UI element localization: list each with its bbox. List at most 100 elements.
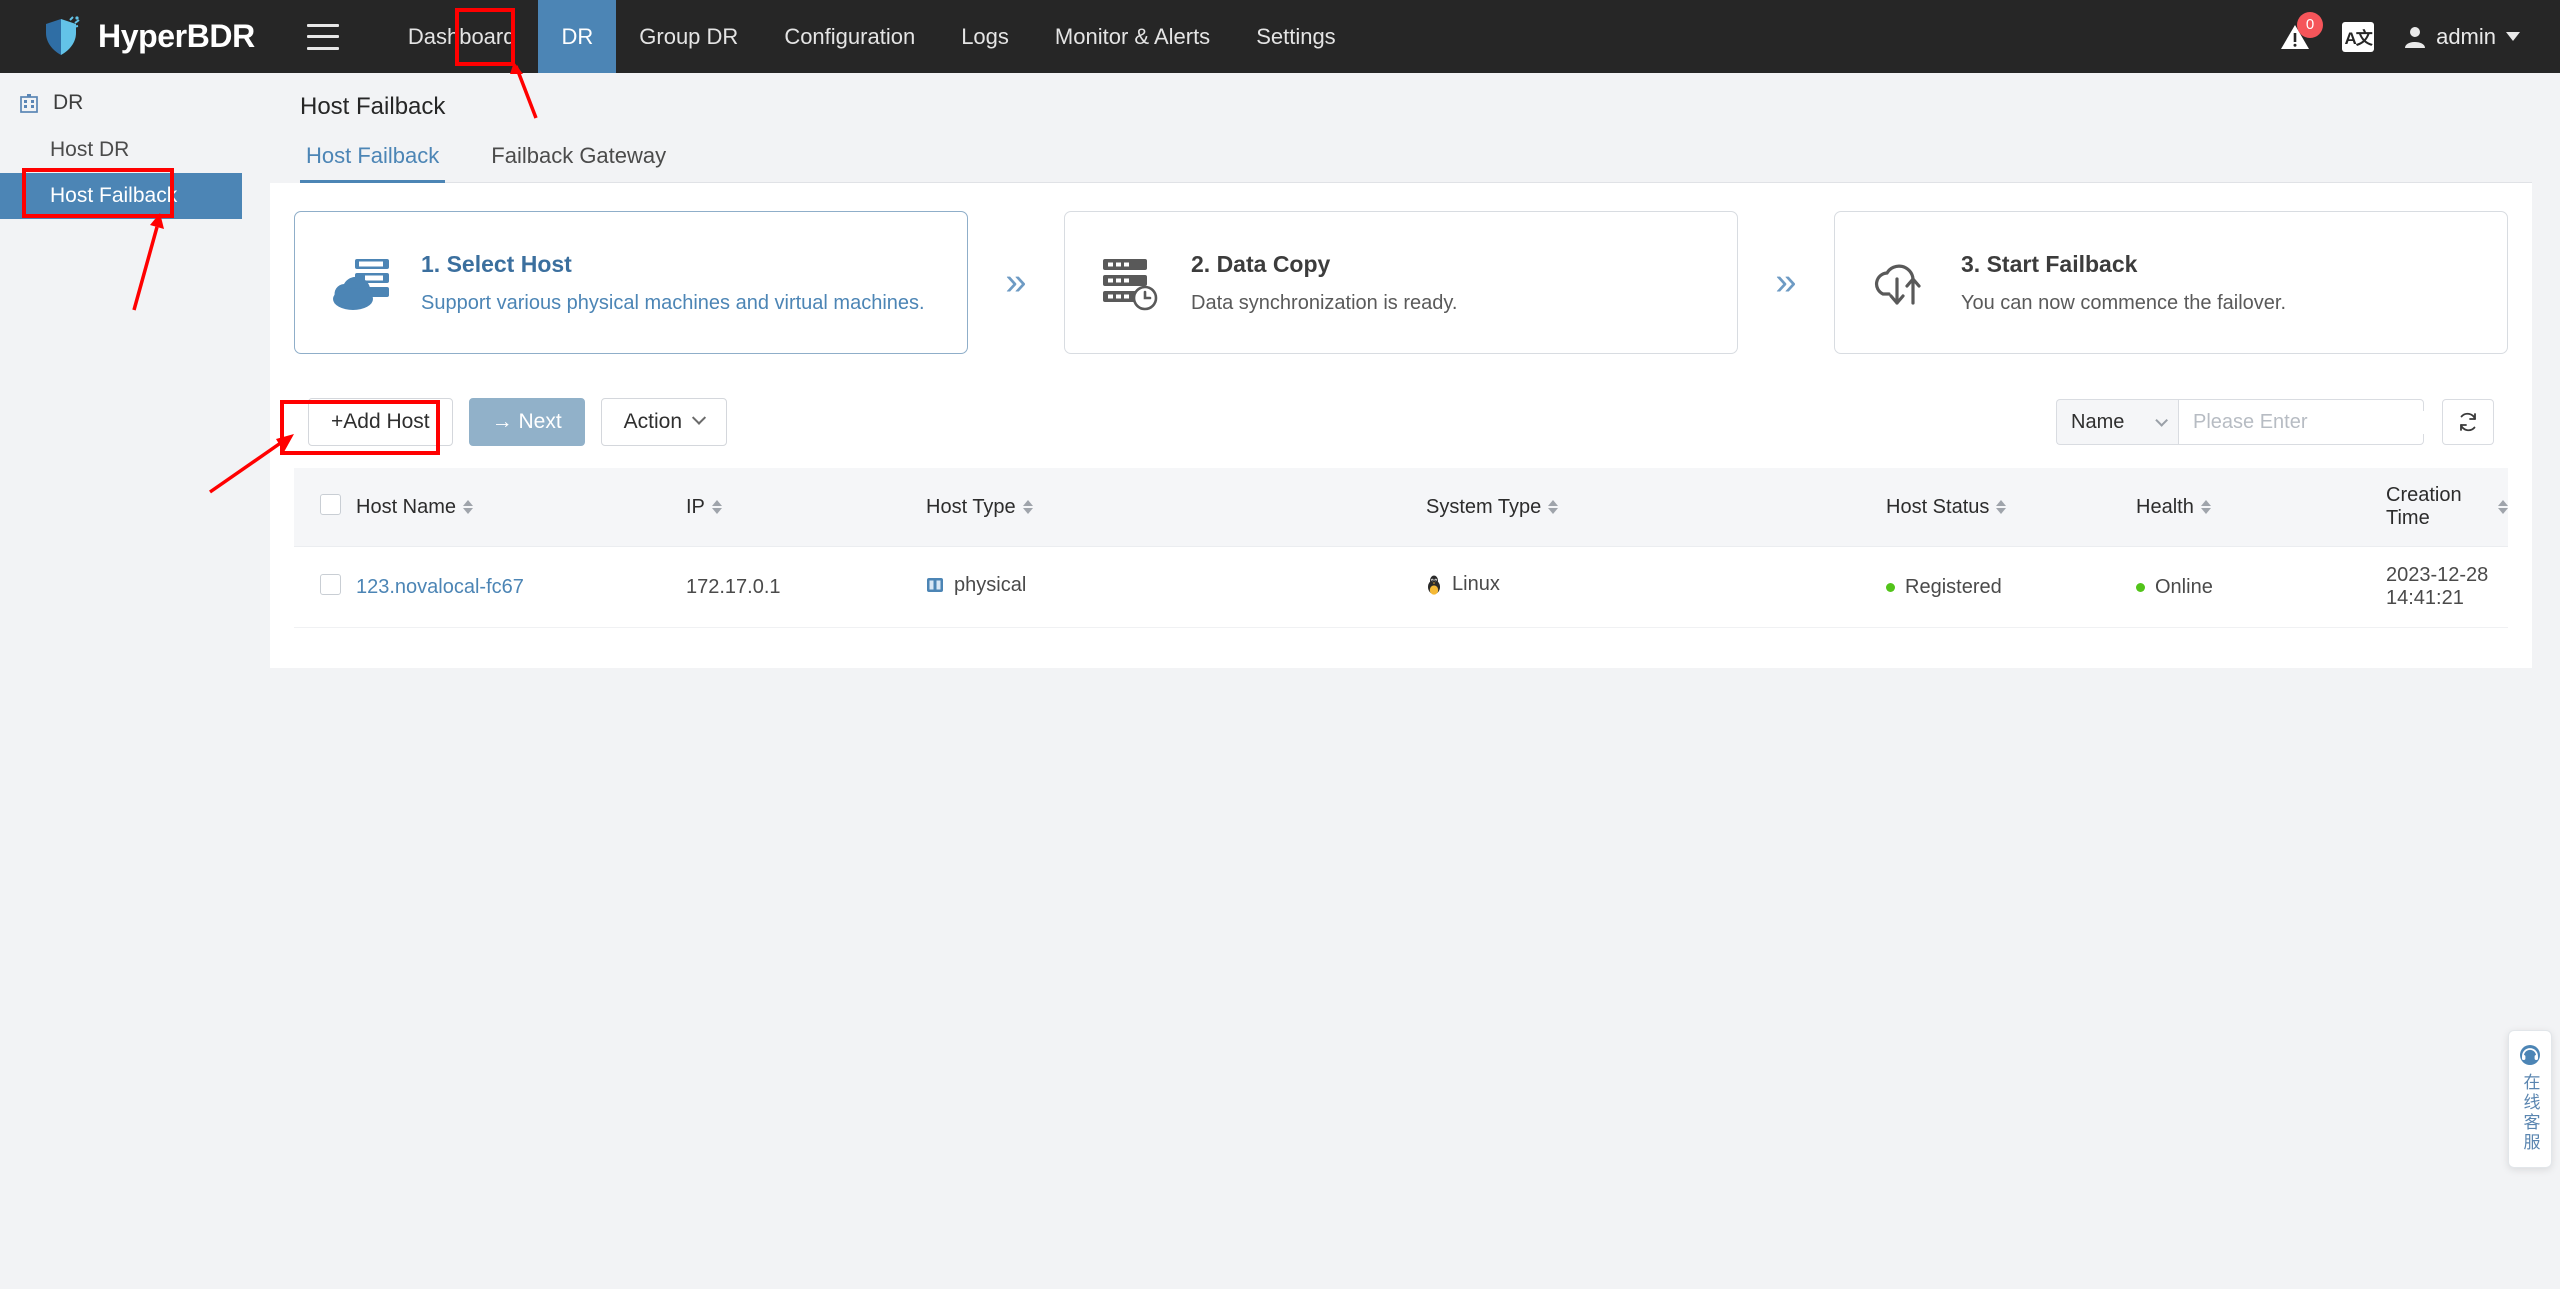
sort-icon[interactable] [1023,500,1033,514]
row-select-cell [294,547,356,628]
th-host-type[interactable]: Host Type [926,468,1426,547]
step-card-start-failback[interactable]: 3. Start Failback You can now commence t… [1834,211,2508,354]
headset-icon [2518,1043,2542,1067]
nav-item-settings[interactable]: Settings [1233,0,1359,73]
filter-field-select[interactable]: Name [2056,399,2178,445]
th-creation-time[interactable]: Creation Time [2386,468,2508,547]
brand: HyperBDR [40,15,255,59]
select-all-checkbox[interactable] [320,494,341,515]
user-name: admin [2436,24,2496,50]
building-icon [18,92,40,114]
step-desc: Data synchronization is ready. [1191,292,1457,315]
sort-icon[interactable] [463,500,473,514]
th-select-all [294,468,356,547]
nav-item-monitor-alerts[interactable]: Monitor & Alerts [1032,0,1233,73]
search-controls: Name [2056,399,2494,445]
sidebar-item-host-dr[interactable]: Host DR [0,127,242,173]
alert-button[interactable]: 0 [2278,20,2312,54]
search-box [2178,399,2424,445]
host-name-link[interactable]: 123.novalocal-fc67 [356,576,524,598]
table-toolbar: +Add Host → Next Action Name [294,398,2508,446]
tab-bar: Host Failback Failback Gateway [300,143,2532,183]
chevron-down-icon [2155,414,2168,427]
chevron-down-icon [2506,32,2520,41]
search-input[interactable] [2193,411,2458,434]
linux-penguin-icon [1426,575,1442,595]
sort-icon[interactable] [2201,500,2211,514]
th-host-status[interactable]: Host Status [1886,468,2136,547]
th-label: Host Type [926,496,1016,519]
add-host-button[interactable]: +Add Host [308,398,453,446]
page-title: Host Failback [270,73,2532,121]
online-support-label: 在线客服 [2518,1073,2543,1153]
hamburger-icon[interactable] [307,24,339,50]
nav-item-dashboard[interactable]: Dashboard [385,0,539,73]
health-label: Online [2155,576,2213,599]
host-status-label: Registered [1905,576,2002,599]
cell-host-name: 123.novalocal-fc67 [356,547,686,628]
nav-item-logs[interactable]: Logs [938,0,1032,73]
th-system-type[interactable]: System Type [1426,468,1886,547]
main-content: Host Failback Host Failback Failback Gat… [242,73,2560,1289]
cloud-server-icon [329,253,395,313]
nav-item-dr[interactable]: DR [538,0,616,73]
step-card-data-copy[interactable]: 2. Data Copy Data synchronization is rea… [1064,211,1738,354]
chevron-down-icon [692,411,706,425]
language-icon[interactable]: A文 [2342,22,2374,52]
step-title: 3. Start Failback [1961,251,2286,278]
step-separator-2: » [1738,211,1834,354]
avatar-icon [2404,25,2426,49]
cloud-sync-icon [1869,253,1935,313]
table-header-row: Host Name IP Host Type [294,468,2508,547]
tab-host-failback[interactable]: Host Failback [300,143,445,182]
th-health[interactable]: Health [2136,468,2386,547]
server-blue-icon [926,576,944,594]
table-head: Host Name IP Host Type [294,468,2508,547]
step-title: 2. Data Copy [1191,251,1457,278]
step-card-select-host[interactable]: 1. Select Host Support various physical … [294,211,968,354]
alert-badge: 0 [2297,12,2323,38]
th-label: System Type [1426,496,1541,519]
sort-icon[interactable] [1548,500,1558,514]
action-dropdown-button[interactable]: Action [601,398,727,446]
brand-name: HyperBDR [98,18,255,55]
system-type-label: Linux [1452,573,1500,596]
steps-row: 1. Select Host Support various physical … [294,211,2508,354]
sidebar: DR Host DR Host Failback [0,73,242,1289]
content-panel: 1. Select Host Support various physical … [270,183,2532,668]
hyperbdr-logo-icon [40,15,84,59]
sidebar-item-host-failback[interactable]: Host Failback [0,173,242,219]
th-ip[interactable]: IP [686,468,926,547]
nav-item-group-dr[interactable]: Group DR [616,0,761,73]
server-clock-icon [1099,253,1165,313]
th-label: Health [2136,496,2194,519]
sidebar-group-label: DR [53,91,83,115]
sidebar-group-dr: DR [0,73,242,127]
sort-icon[interactable] [1996,500,2006,514]
th-label: Creation Time [2386,484,2491,530]
main-nav: Dashboard DR Group DR Configuration Logs… [385,0,1359,73]
host-type-label: physical [954,574,1026,597]
step-separator-1: » [968,211,1064,354]
th-host-name[interactable]: Host Name [356,468,686,547]
host-table: Host Name IP Host Type [294,468,2508,628]
refresh-icon [2457,411,2479,433]
sort-icon[interactable] [2498,500,2508,514]
nav-item-configuration[interactable]: Configuration [761,0,938,73]
health-dot [2136,583,2145,592]
next-button[interactable]: → Next [469,398,585,446]
table-body: 123.novalocal-fc67 172.17.0.1 physical [294,547,2508,628]
step-title: 1. Select Host [421,251,925,278]
table-row[interactable]: 123.novalocal-fc67 172.17.0.1 physical [294,547,2508,628]
cell-host-status: Registered [1886,547,2136,628]
tab-failback-gateway[interactable]: Failback Gateway [485,143,672,182]
filter-field-value: Name [2071,411,2124,434]
user-menu[interactable]: admin [2404,24,2520,50]
refresh-button[interactable] [2442,399,2494,445]
status-dot [1886,583,1895,592]
online-support-widget[interactable]: 在线客服 [2508,1030,2552,1168]
cell-creation-time: 2023-12-28 14:41:21 [2386,547,2508,628]
sort-icon[interactable] [712,500,722,514]
cell-health: Online [2136,547,2386,628]
row-checkbox[interactable] [320,574,341,595]
